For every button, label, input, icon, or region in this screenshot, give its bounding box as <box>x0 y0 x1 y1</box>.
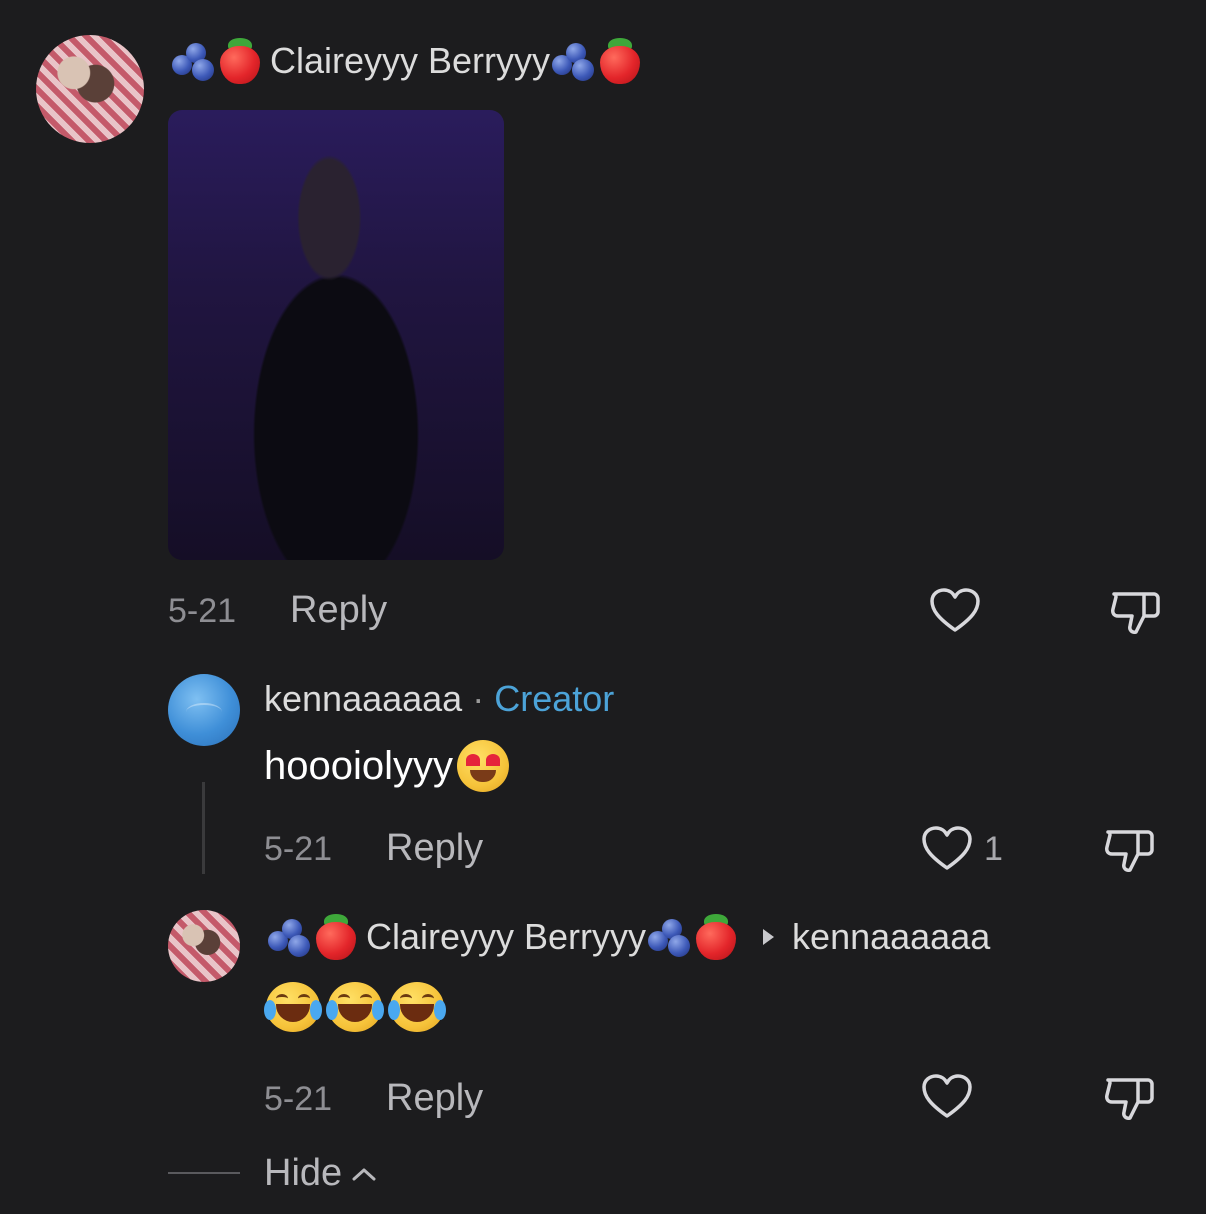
comment-date: 5-21 <box>264 1080 333 1118</box>
heart-outline-icon[interactable] <box>928 586 982 636</box>
blueberry-emoji-icon <box>552 41 596 81</box>
strawberry-emoji-icon <box>314 914 358 960</box>
hide-label: Hide <box>264 1152 343 1194</box>
strawberry-emoji-icon <box>598 38 642 84</box>
username-text[interactable]: Claireyyy Berryyy <box>366 916 646 958</box>
avatar[interactable] <box>168 910 240 982</box>
heart-eyes-emoji-icon <box>457 740 510 792</box>
avatar[interactable] <box>168 674 240 746</box>
comment-date: 5-21 <box>168 592 237 630</box>
username-text[interactable]: kennaaaaaa <box>264 678 462 719</box>
avatar[interactable] <box>36 35 144 143</box>
thumbs-down-outline-icon[interactable] <box>1102 1072 1158 1124</box>
reply-button[interactable]: Reply <box>386 1077 483 1120</box>
tears-of-joy-emoji-icon <box>388 982 446 1032</box>
comment-author-line: kennaaaaaa · Creator <box>264 678 614 720</box>
reply-to-username[interactable]: kennaaaaaa <box>792 916 990 958</box>
chevron-up-icon <box>352 1168 376 1180</box>
strawberry-emoji-icon <box>694 914 738 960</box>
thumbs-down-outline-icon[interactable] <box>1108 586 1164 638</box>
reply-button[interactable]: Reply <box>290 589 387 632</box>
blueberry-emoji-icon <box>172 41 216 81</box>
comment-image[interactable] <box>168 110 504 560</box>
comment-date: 5-21 <box>264 830 333 868</box>
comment-author-line: Claireyyy Berryyy kennaaaaaa <box>268 914 990 960</box>
like-count: 1 <box>984 830 1003 868</box>
comment-text <box>264 982 446 1032</box>
hide-divider <box>168 1172 240 1174</box>
blueberry-emoji-icon <box>268 917 312 957</box>
comment-text: hoooiolyyy <box>264 740 510 792</box>
caret-right-icon <box>763 929 775 945</box>
tears-of-joy-emoji-icon <box>326 982 384 1032</box>
reply-button[interactable]: Reply <box>386 827 483 870</box>
thumbs-down-outline-icon[interactable] <box>1102 824 1158 876</box>
comment-text-body: hoooiolyyy <box>264 743 454 788</box>
comment-username[interactable]: Claireyyy Berryyy <box>172 38 642 84</box>
creator-badge: Creator <box>494 678 615 719</box>
strawberry-emoji-icon <box>218 38 262 84</box>
heart-outline-icon[interactable] <box>920 1072 974 1122</box>
thread-line <box>202 782 205 874</box>
separator-dot: · <box>472 678 485 719</box>
blueberry-emoji-icon <box>648 917 692 957</box>
heart-outline-icon[interactable] <box>920 824 974 874</box>
hide-replies-button[interactable]: Hide <box>264 1152 378 1195</box>
tears-of-joy-emoji-icon <box>264 982 322 1032</box>
username-text: Claireyyy Berryyy <box>270 40 551 81</box>
